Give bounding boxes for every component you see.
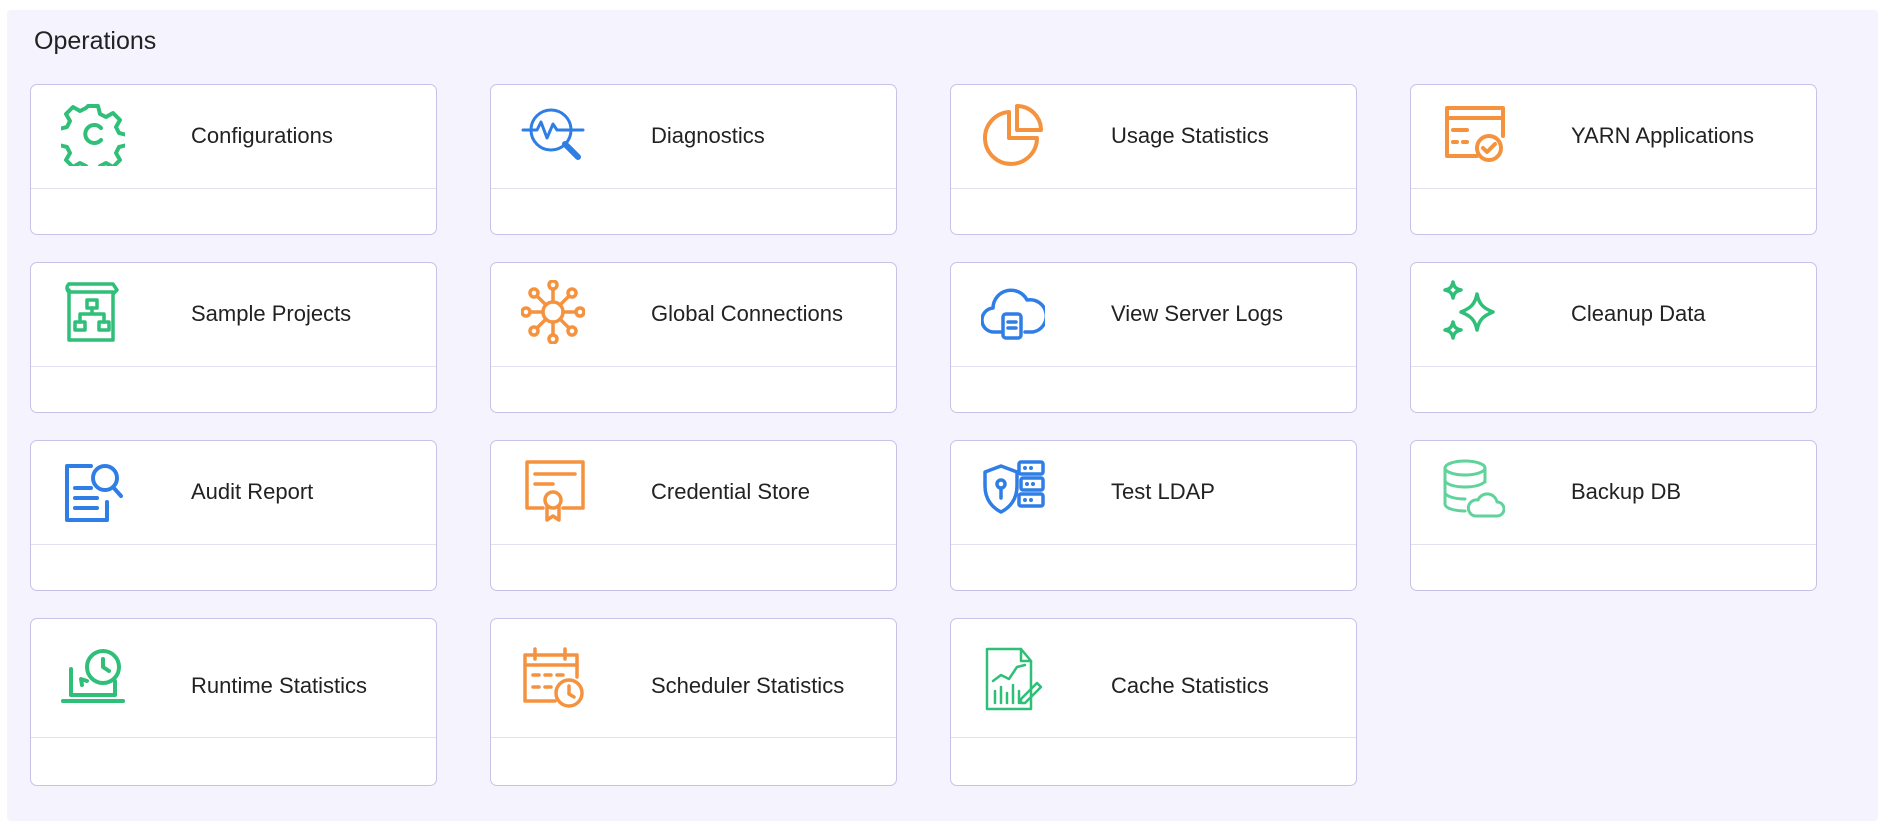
card-label: Cache Statistics — [1111, 673, 1269, 698]
sitemap-document-icon — [61, 280, 125, 344]
card-credential-store[interactable]: Credential Store — [490, 440, 897, 591]
card-label: Diagnostics — [651, 123, 765, 148]
document-search-icon — [61, 458, 125, 522]
card-label: Runtime Statistics — [191, 673, 368, 698]
card-label: Configurations — [191, 123, 333, 148]
card-label: Test LDAP — [1111, 479, 1215, 504]
card-label: Scheduler Statistics — [651, 673, 845, 698]
magnifier-pulse-icon — [521, 102, 585, 166]
card-label: View Server Logs — [1111, 301, 1284, 326]
card-label: Backup DB — [1571, 479, 1682, 504]
card-label: Credential Store — [651, 479, 810, 504]
pie-chart-icon — [981, 102, 1045, 166]
laptop-clock-icon — [61, 647, 125, 711]
card-label: Sample Projects — [191, 301, 352, 326]
card-cleanup-data[interactable]: Cleanup Data — [1410, 262, 1817, 413]
card-label: Audit Report — [191, 479, 314, 504]
card-test-ldap[interactable]: Test LDAP — [950, 440, 1357, 591]
card-yarn-applications[interactable]: YARN Applications — [1410, 84, 1817, 235]
certificate-icon — [521, 458, 585, 522]
sparkles-icon — [1441, 280, 1505, 344]
gear-icon — [61, 102, 125, 166]
database-cloud-icon — [1441, 458, 1505, 522]
cloud-document-icon — [981, 280, 1045, 344]
card-label: Usage Statistics — [1111, 123, 1269, 148]
card-audit-report[interactable]: Audit Report — [30, 440, 437, 591]
card-runtime-statistics[interactable]: Runtime Statistics — [30, 618, 437, 786]
card-backup-db[interactable]: Backup DB — [1410, 440, 1817, 591]
shield-server-icon — [981, 458, 1045, 522]
card-configurations[interactable]: Configurations — [30, 84, 437, 235]
card-label: YARN Applications — [1571, 123, 1755, 148]
card-view-server-logs[interactable]: View Server Logs — [950, 262, 1357, 413]
card-scheduler-statistics[interactable]: Scheduler Statistics — [490, 618, 897, 786]
card-cache-statistics[interactable]: Cache Statistics — [950, 618, 1357, 786]
card-sample-projects[interactable]: Sample Projects — [30, 262, 437, 413]
card-usage-statistics[interactable]: Usage Statistics — [950, 84, 1357, 235]
calendar-clock-icon — [521, 647, 585, 711]
card-global-connections[interactable]: Global Connections — [490, 262, 897, 413]
report-chart-icon — [981, 647, 1045, 711]
network-hub-icon — [521, 280, 585, 344]
card-label: Global Connections — [651, 301, 844, 326]
section-title: Operations — [34, 27, 157, 55]
card-diagnostics[interactable]: Diagnostics — [490, 84, 897, 235]
card-label: Cleanup Data — [1571, 301, 1706, 326]
browser-check-icon — [1441, 102, 1505, 166]
